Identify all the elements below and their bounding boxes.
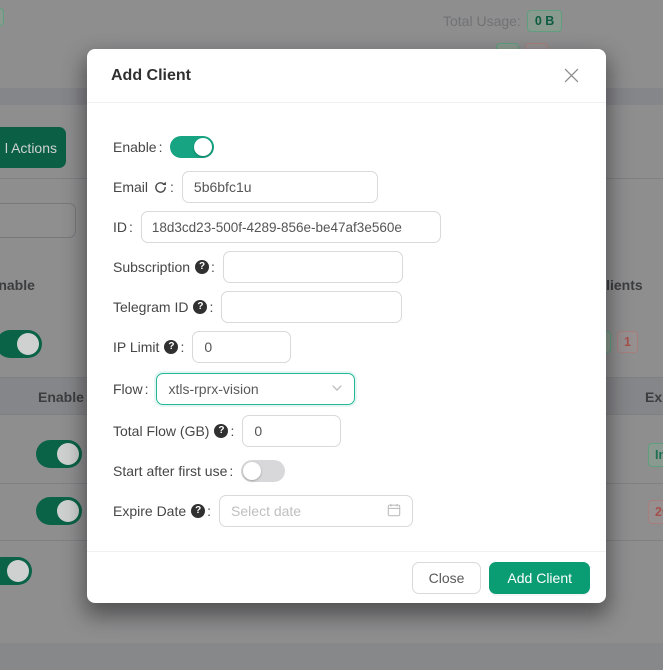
search-input bbox=[0, 203, 76, 238]
help-icon[interactable]: ? bbox=[191, 504, 205, 518]
email-label: Email bbox=[113, 179, 148, 195]
subscription-input[interactable] bbox=[223, 251, 403, 283]
inbound-tag-badge: In bbox=[648, 443, 663, 467]
calendar-icon bbox=[387, 503, 401, 520]
colon: : bbox=[229, 463, 233, 479]
help-icon[interactable]: ? bbox=[164, 340, 178, 354]
colon: : bbox=[145, 381, 149, 397]
client-enable-toggle bbox=[0, 557, 32, 585]
flow-row: Flow : xtls-rprx-vision bbox=[113, 371, 580, 407]
general-actions-label: l Actions bbox=[5, 140, 57, 156]
help-icon[interactable]: ? bbox=[193, 300, 207, 314]
colon: : bbox=[209, 299, 213, 315]
add-client-modal: Add Client Enable : Email : ID : bbox=[87, 49, 606, 603]
ip-limit-label: IP Limit bbox=[113, 339, 159, 355]
colon: : bbox=[207, 503, 211, 519]
regenerate-email-icon[interactable] bbox=[153, 180, 168, 195]
total-usage-badge: 0 B bbox=[527, 10, 562, 32]
flow-label: Flow bbox=[113, 381, 143, 397]
colon: : bbox=[129, 219, 133, 235]
background-footer-band bbox=[0, 643, 663, 670]
colon: : bbox=[159, 139, 163, 155]
start-after-first-use-row: Start after first use : bbox=[113, 455, 580, 487]
clients-depleted-count-badge: 1 bbox=[617, 331, 638, 353]
inbound-enable-toggle bbox=[0, 330, 42, 358]
telegram-id-label: Telegram ID bbox=[113, 299, 188, 315]
modal-footer: Close Add Client bbox=[87, 551, 606, 603]
total-flow-label: Total Flow (GB) bbox=[113, 423, 209, 439]
flow-select[interactable]: xtls-rprx-vision bbox=[156, 373, 355, 405]
telegram-row: Telegram ID ? : bbox=[113, 291, 580, 323]
colon: : bbox=[180, 339, 184, 355]
enable-toggle[interactable] bbox=[170, 136, 214, 158]
background-corner-badge bbox=[0, 8, 4, 26]
total-flow-row: Total Flow (GB) ? : bbox=[113, 415, 580, 447]
help-icon[interactable]: ? bbox=[195, 260, 209, 274]
expire-date-row: Expire Date ? : Select date bbox=[113, 495, 580, 527]
client-enable-toggle bbox=[36, 440, 82, 468]
id-input[interactable] bbox=[141, 211, 441, 243]
email-row: Email : bbox=[113, 171, 580, 203]
help-icon[interactable]: ? bbox=[214, 424, 228, 438]
client-table-header-expiry: Exp bbox=[645, 389, 663, 405]
general-actions-button: l Actions bbox=[0, 127, 66, 168]
subscription-label: Subscription bbox=[113, 259, 190, 275]
expiry-date-badge: 20 bbox=[648, 500, 663, 524]
client-table-header-enable: Enable bbox=[38, 389, 84, 405]
close-icon[interactable] bbox=[560, 65, 582, 87]
expire-date-placeholder: Select date bbox=[231, 503, 301, 519]
add-client-button[interactable]: Add Client bbox=[489, 562, 590, 594]
colon: : bbox=[211, 259, 215, 275]
flow-selected-value: xtls-rprx-vision bbox=[168, 381, 258, 397]
id-label: ID bbox=[113, 219, 127, 235]
modal-header: Add Client bbox=[87, 49, 606, 103]
toggle-knob bbox=[7, 560, 29, 582]
modal-body: Enable : Email : ID : Subscription ? bbox=[87, 103, 606, 527]
modal-title: Add Client bbox=[111, 67, 191, 85]
expire-date-picker[interactable]: Select date bbox=[219, 495, 413, 527]
total-flow-input[interactable] bbox=[242, 415, 341, 447]
close-button[interactable]: Close bbox=[412, 562, 482, 594]
table-header-enable: Enable bbox=[0, 277, 35, 293]
client-enable-toggle bbox=[36, 497, 82, 525]
page: Total Usage: 0 B Clients: 2 1 l Actions … bbox=[0, 0, 663, 670]
chevron-down-icon bbox=[331, 381, 343, 397]
start-after-first-use-toggle[interactable] bbox=[241, 460, 285, 482]
total-usage-label: Total Usage: bbox=[443, 13, 521, 29]
toggle-knob bbox=[57, 443, 79, 465]
enable-row: Enable : bbox=[113, 131, 580, 163]
ip-limit-input[interactable] bbox=[192, 331, 291, 363]
start-after-first-use-label: Start after first use bbox=[113, 463, 227, 479]
colon: : bbox=[170, 179, 174, 195]
expire-date-label: Expire Date bbox=[113, 503, 186, 519]
toggle-knob bbox=[57, 500, 79, 522]
email-input[interactable] bbox=[182, 171, 378, 203]
toggle-knob bbox=[243, 462, 261, 480]
id-row: ID : bbox=[113, 211, 580, 243]
toggle-knob bbox=[194, 138, 212, 156]
enable-label: Enable bbox=[113, 139, 157, 155]
colon: : bbox=[230, 423, 234, 439]
ip-limit-row: IP Limit ? : bbox=[113, 331, 580, 363]
toggle-knob bbox=[17, 333, 39, 355]
telegram-id-input[interactable] bbox=[221, 291, 402, 323]
subscription-row: Subscription ? : bbox=[113, 251, 580, 283]
